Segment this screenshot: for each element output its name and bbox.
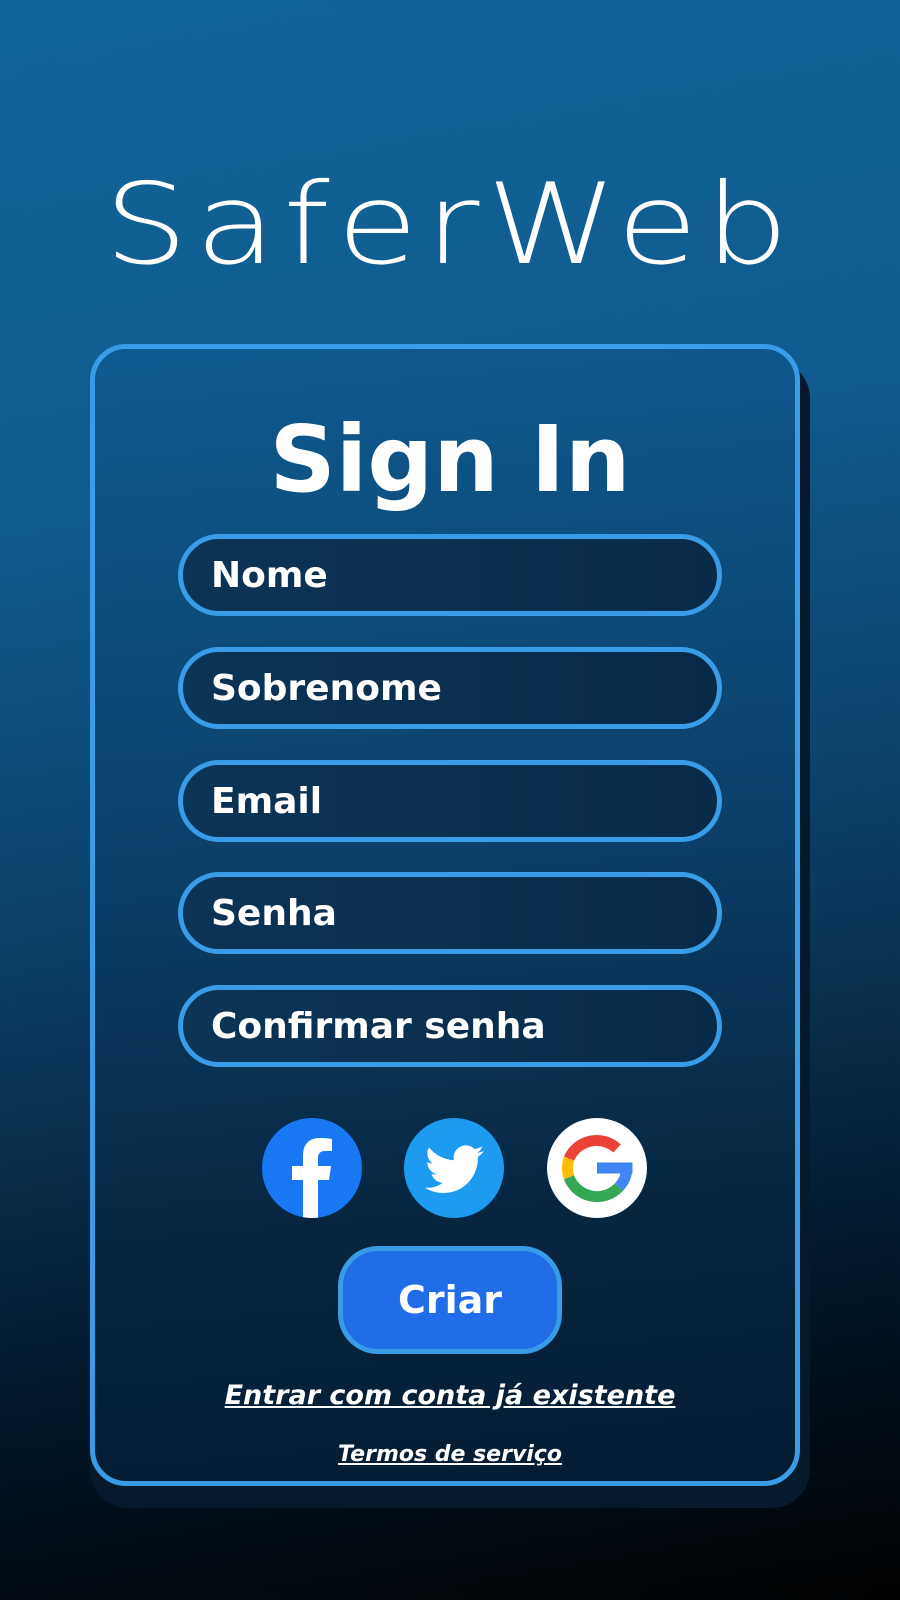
- confirm-password-input[interactable]: [183, 990, 717, 1062]
- existing-account-link[interactable]: Entrar com conta já existente: [0, 1380, 900, 1411]
- confirm-password-field[interactable]: [178, 985, 722, 1067]
- name-input[interactable]: [183, 539, 717, 611]
- google-login-button[interactable]: [547, 1118, 647, 1218]
- surname-input[interactable]: [183, 652, 717, 724]
- surname-field[interactable]: [178, 647, 722, 729]
- saferweb-logo: SaferWeb: [104, 160, 796, 290]
- facebook-login-button[interactable]: [262, 1118, 362, 1218]
- twitter-icon: [424, 1145, 484, 1193]
- email-field[interactable]: [178, 760, 722, 842]
- create-account-button[interactable]: Criar: [338, 1246, 562, 1354]
- password-field[interactable]: [178, 872, 722, 954]
- twitter-login-button[interactable]: [404, 1118, 504, 1218]
- password-input[interactable]: [183, 877, 717, 949]
- name-field[interactable]: [178, 534, 722, 616]
- email-input[interactable]: [183, 765, 717, 837]
- facebook-icon: [292, 1138, 332, 1218]
- page-title: Sign In: [269, 406, 631, 513]
- google-icon: [562, 1134, 633, 1203]
- terms-of-service-link[interactable]: Termos de serviço: [0, 1442, 900, 1467]
